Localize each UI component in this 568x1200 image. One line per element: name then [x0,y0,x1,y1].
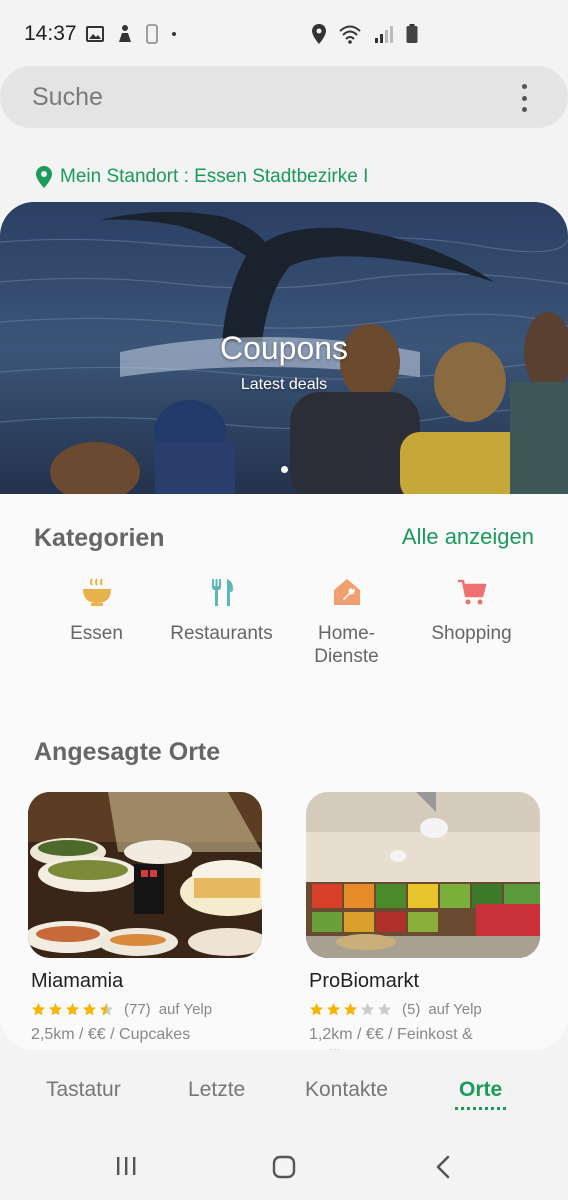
battery-icon [406,24,418,43]
location-icon [312,24,326,44]
cutlery-icon [211,579,233,606]
location-pin-icon [36,166,52,188]
place-image [28,792,262,958]
bakery-counter-image [28,792,262,958]
shopping-cart-icon [457,579,486,605]
dot-icon [172,32,176,36]
place-card-miamamia[interactable]: Miamamia (77) auf Yelp 2,5km / €€ / Cupc… [28,792,264,1050]
location-row[interactable]: Mein Standort : Essen Stadtbezirke I [36,166,368,188]
star-icon [31,1002,46,1016]
banner-subtitle: Latest deals [240,376,328,393]
system-nav-bar [0,1130,568,1200]
star-icon [82,1002,97,1016]
category-label: Restaurants [170,623,273,644]
star-half-icon [99,1002,114,1016]
food-bowl-icon [82,578,111,606]
signal-icon [375,26,393,43]
categories-row: Essen Restaurants Home- Dienste Shopping [34,576,534,676]
place-rating: (77) auf Yelp [31,1001,264,1018]
home-icon[interactable] [272,1155,296,1179]
review-source: auf Yelp [158,1001,213,1018]
tab-tastatur[interactable]: Tastatur [46,1078,121,1102]
star-empty-icon [377,1002,392,1016]
category-label: Essen [70,623,123,644]
star-icon [343,1002,358,1016]
home-service-icon [333,579,360,605]
banner-title: Coupons [219,330,349,366]
location-text: Mein Standort : Essen Stadtbezirke I [60,166,369,187]
recent-apps-icon[interactable] [115,1156,137,1176]
supermarket-image [306,792,540,958]
status-bar: 14:37 [0,0,568,68]
back-icon[interactable] [434,1155,452,1179]
place-name: ProBiomarkt [309,970,420,992]
tab-kontakte[interactable]: Kontakte [305,1078,388,1102]
review-source: auf Yelp [428,1001,482,1018]
place-meta: 2,5km / €€ / Cupcakes [31,1026,191,1043]
category-label: Shopping [431,623,512,644]
more-options-icon[interactable] [514,84,534,112]
gallery-icon [86,26,104,42]
carousel-indicator [281,466,288,473]
category-shopping[interactable]: Shopping [409,576,534,645]
place-card-probiomarkt[interactable]: ProBiomarkt (5) auf Yelp 1,2km / €€ / Fe… [306,792,542,1050]
place-meta: 1,2km / €€ / Feinkost & Delikatessen [309,1026,473,1050]
trending-title: Angesagte Orte [34,738,221,766]
main-card: Coupons Latest deals Kategorien Alle anz… [0,202,568,1050]
category-restaurants[interactable]: Restaurants [159,576,284,645]
review-count: (5) [402,1001,421,1018]
search-bar [0,66,568,128]
status-time: 14:37 [24,22,77,45]
bottom-tabs: Tastatur Letzte Kontakte Orte [0,1060,568,1124]
star-empty-icon [360,1002,375,1016]
wifi-icon [339,25,361,44]
category-label: Home- Dienste [314,623,379,667]
place-rating: (5) auf Yelp [309,1001,542,1018]
category-home-dienste[interactable]: Home- Dienste [284,576,409,668]
review-count: (77) [124,1001,151,1018]
star-icon [48,1002,63,1016]
coupons-banner[interactable]: Coupons Latest deals [0,202,568,494]
tab-letzte[interactable]: Letzte [188,1078,245,1102]
figure-icon [119,25,131,42]
star-icon [309,1002,324,1016]
category-essen[interactable]: Essen [34,576,159,645]
categories-title: Kategorien [34,524,165,552]
star-icon [65,1002,80,1016]
see-all-link[interactable]: Alle anzeigen [402,524,534,550]
star-icon [326,1002,341,1016]
tab-orte[interactable]: Orte [454,1078,507,1110]
place-name: Miamamia [31,970,124,992]
place-image [306,792,540,958]
phone-outline-icon [146,24,158,44]
search-input[interactable] [32,80,472,114]
